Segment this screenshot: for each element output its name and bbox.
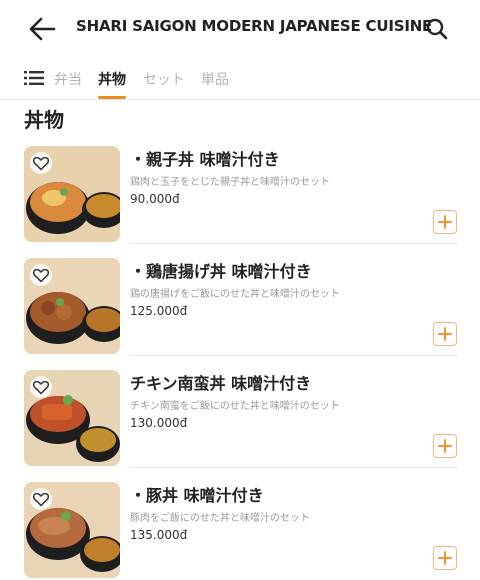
divider [130, 243, 458, 244]
plus-icon [438, 327, 452, 341]
item-price: 125.000đ [130, 304, 188, 318]
item-name: ・鶏唐揚げ丼 味噌汁付き [130, 262, 312, 281]
add-to-cart-button[interactable] [433, 322, 457, 346]
active-tab-indicator [98, 96, 126, 99]
tab-bento[interactable]: 弁当 [54, 69, 82, 99]
plus-icon [438, 551, 452, 565]
dish-image [24, 146, 120, 242]
item-description: チキン南蛮をご飯にのせた丼と味噌汁のセット [130, 401, 340, 412]
item-name: ・親子丼 味噌汁付き [130, 150, 280, 169]
item-description: 豚肉をご飯にのせた丼と味噌汁のセット [130, 513, 310, 524]
item-description: 鶏の唐揚げをご飯にのせた丼と味噌汁のセット [130, 289, 340, 300]
item-name: チキン南蛮丼 味噌汁付き [130, 374, 312, 393]
tab-set[interactable]: セット [143, 69, 185, 99]
plus-icon [438, 215, 452, 229]
item-price: 90.000đ [130, 192, 180, 206]
menu-item[interactable]: チキン南蛮丼 味噌汁付き チキン南蛮をご飯にのせた丼と味噌汁のセット 130.0… [24, 370, 458, 482]
divider [130, 467, 458, 468]
add-to-cart-button[interactable] [433, 210, 457, 234]
favorite-button[interactable] [30, 488, 52, 510]
favorite-button[interactable] [30, 152, 52, 174]
favorite-button[interactable] [30, 376, 52, 398]
tab-single[interactable]: 単品 [201, 69, 229, 99]
item-name: ・豚丼 味噌汁付き [130, 486, 264, 505]
menu-item[interactable]: ・親子丼 味噌汁付き 鶏肉と玉子をとじた親子丼と味噌汁のセット 90.000đ [24, 146, 458, 258]
section-title: 丼物 [24, 108, 64, 132]
tab-donburi[interactable]: 丼物 [98, 69, 126, 99]
favorite-button[interactable] [30, 264, 52, 286]
restaurant-title: SHARI SAIGON MODERN JAPANESE CUISINE [76, 17, 433, 35]
heart-icon [32, 492, 50, 507]
add-to-cart-button[interactable] [433, 546, 457, 570]
item-price: 135.000đ [130, 528, 188, 542]
plus-icon [438, 439, 452, 453]
search-button[interactable] [425, 17, 449, 41]
item-price: 130.000đ [130, 416, 188, 430]
dish-image [24, 258, 120, 354]
back-button[interactable] [28, 16, 56, 42]
category-list-button[interactable] [24, 70, 44, 86]
tab-label: 弁当 [54, 72, 82, 88]
divider [130, 355, 458, 356]
search-icon [426, 18, 448, 40]
heart-icon [32, 156, 50, 171]
arrow-left-icon [29, 17, 56, 41]
list-icon [24, 71, 44, 85]
heart-icon [32, 380, 50, 395]
dish-image [24, 482, 120, 578]
tab-label: セット [143, 72, 185, 88]
heart-icon [32, 268, 50, 283]
add-to-cart-button[interactable] [433, 434, 457, 458]
menu-item[interactable]: ・鶏唐揚げ丼 味噌汁付き 鶏の唐揚げをご飯にのせた丼と味噌汁のセット 125.0… [24, 258, 458, 370]
menu-item[interactable]: ・豚丼 味噌汁付き 豚肉をご飯にのせた丼と味噌汁のセット 135.000đ [24, 482, 458, 580]
item-description: 鶏肉と玉子をとじた親子丼と味噌汁のセット [130, 177, 330, 188]
dish-image [24, 370, 120, 466]
app-header: SHARI SAIGON MODERN JAPANESE CUISINE [0, 0, 480, 58]
tab-label: 単品 [201, 72, 229, 88]
category-tabs: 弁当 丼物 セット 単品 [0, 58, 480, 100]
tab-label: 丼物 [98, 72, 126, 88]
